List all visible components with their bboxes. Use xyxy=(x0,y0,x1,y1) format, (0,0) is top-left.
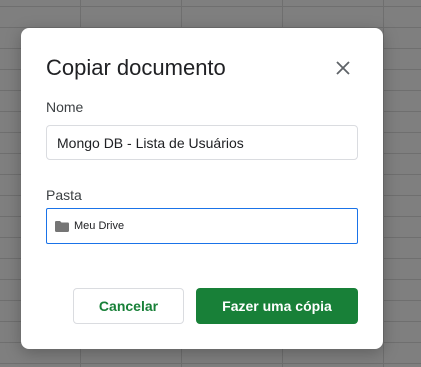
copy-document-dialog: Copiar documento Nome Pasta Meu Drive Ca… xyxy=(21,28,383,349)
close-button[interactable] xyxy=(329,54,357,82)
folder-label: Pasta xyxy=(46,187,82,203)
folder-icon xyxy=(55,220,69,232)
cancel-button[interactable]: Cancelar xyxy=(73,288,184,324)
folder-name: Meu Drive xyxy=(74,220,125,232)
name-label: Nome xyxy=(46,99,84,115)
dialog-title: Copiar documento xyxy=(46,55,226,80)
folder-picker[interactable]: Meu Drive xyxy=(46,208,358,244)
close-icon xyxy=(336,61,350,75)
make-copy-button[interactable]: Fazer uma cópia xyxy=(196,288,358,324)
name-input[interactable] xyxy=(46,125,358,160)
